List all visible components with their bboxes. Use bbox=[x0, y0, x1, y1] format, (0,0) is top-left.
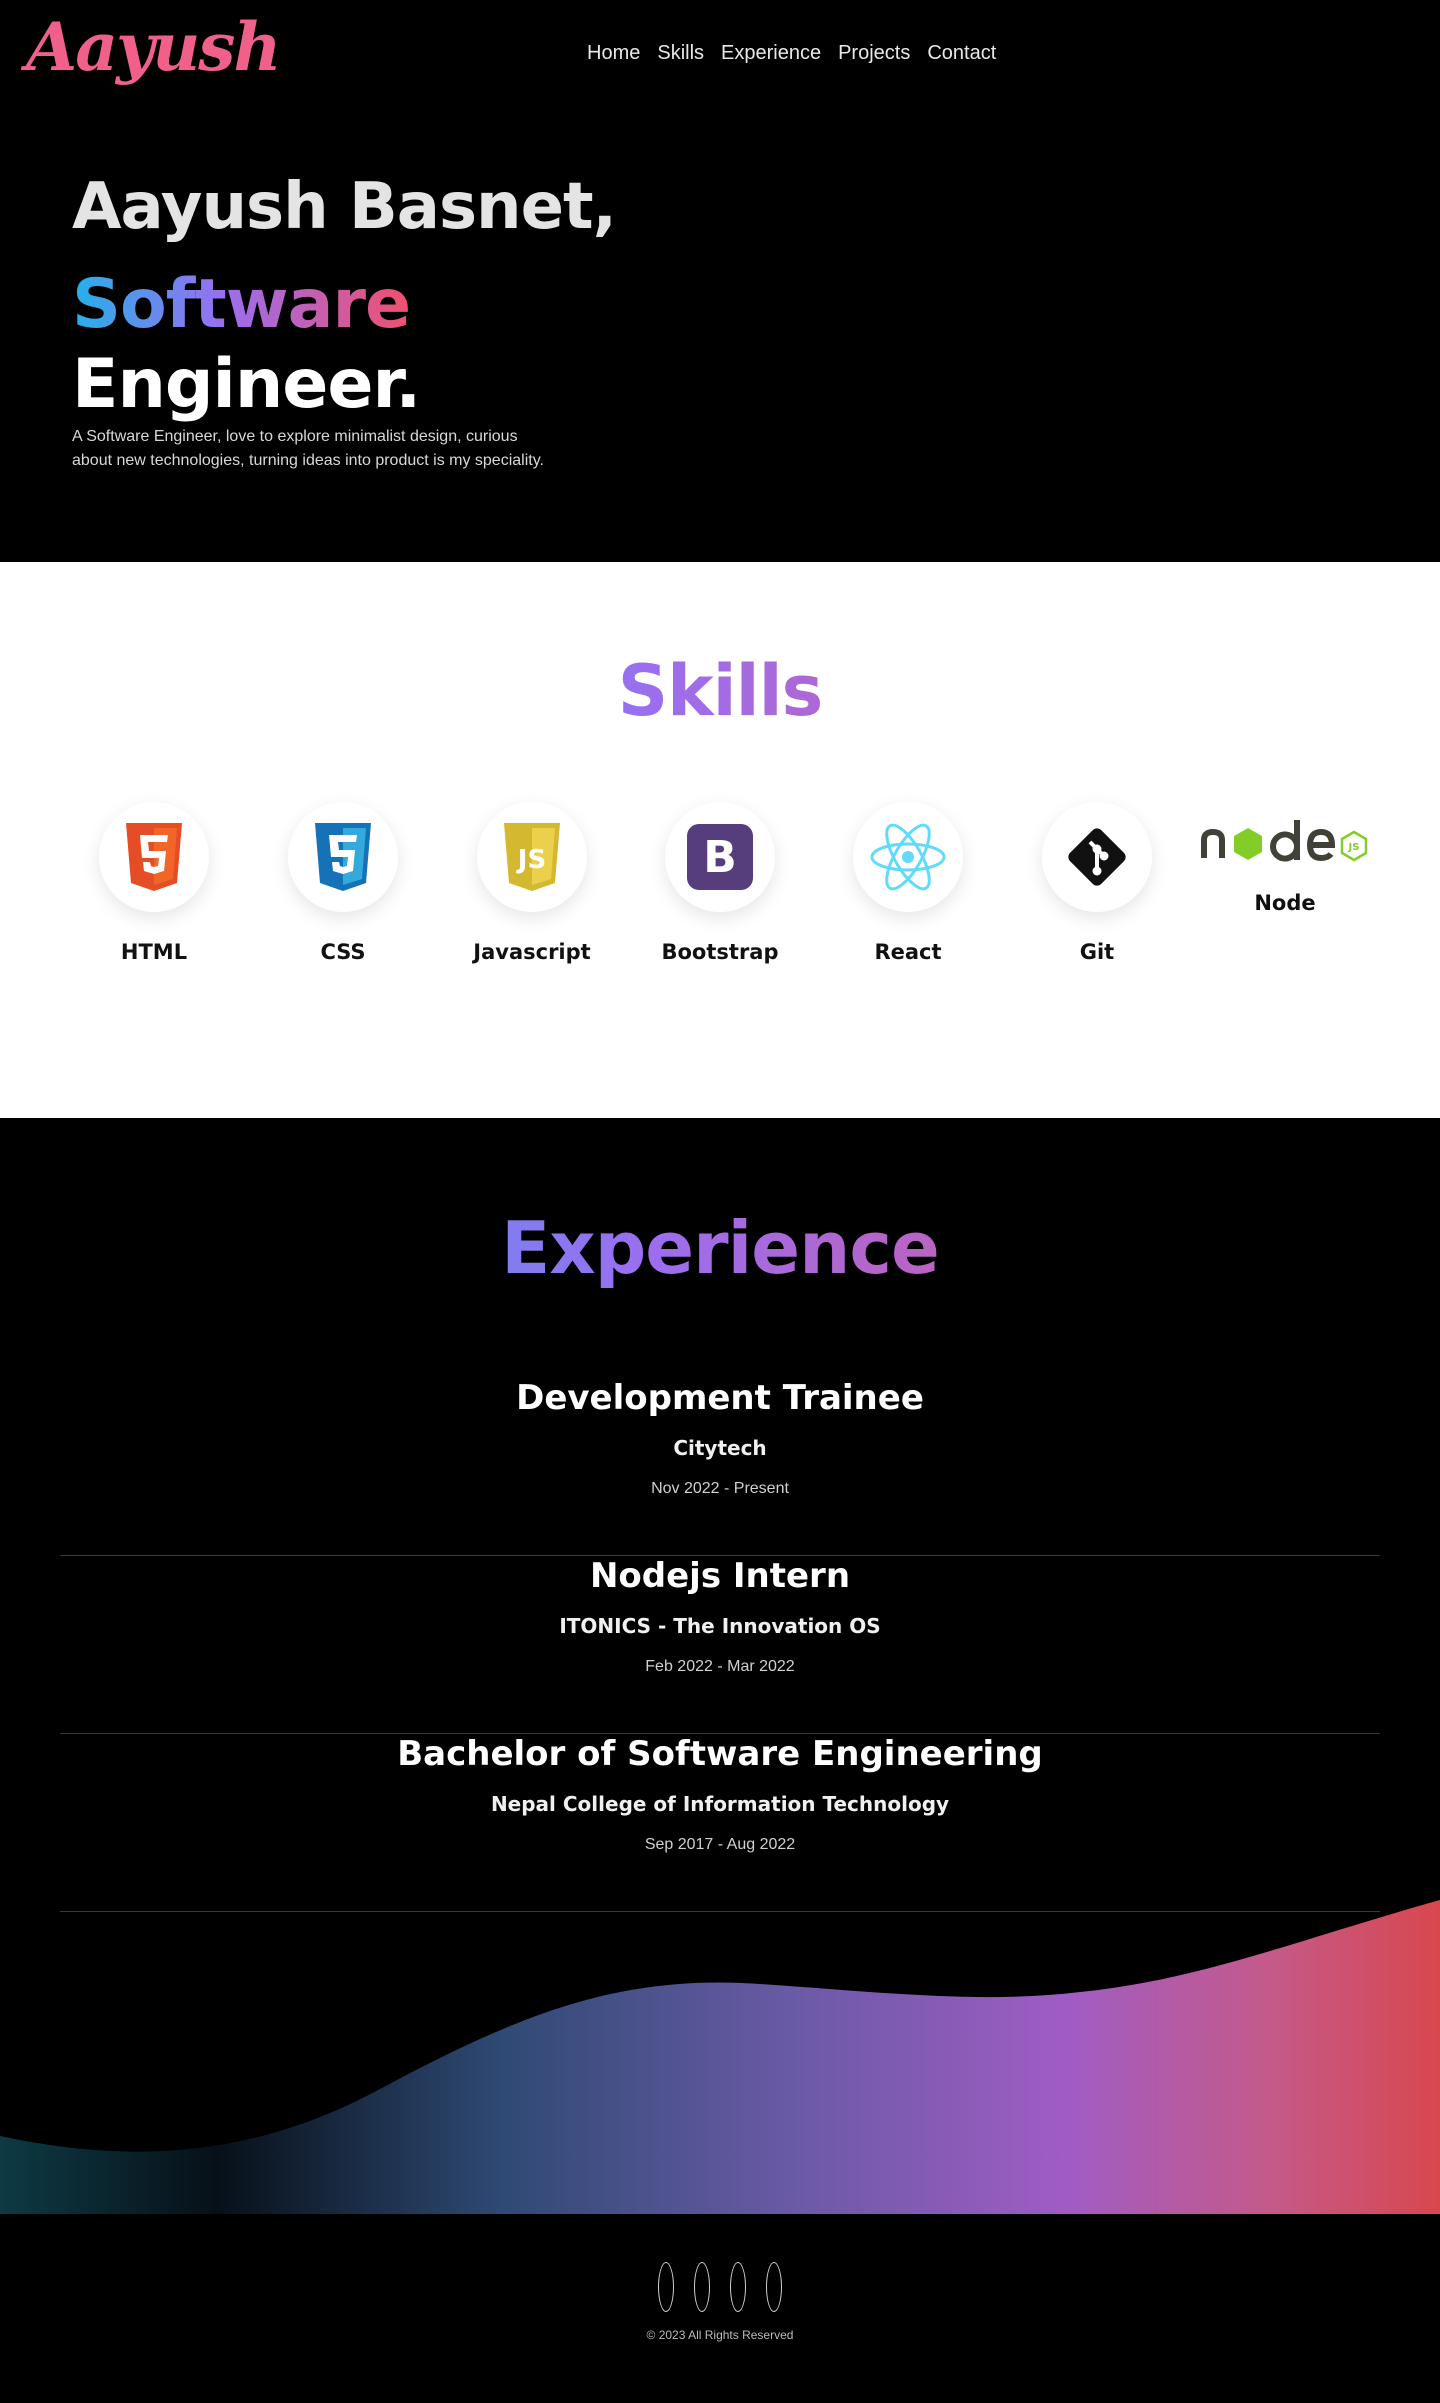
svg-text:JS: JS bbox=[516, 845, 546, 875]
social-link-icon[interactable] bbox=[694, 2262, 710, 2312]
social-link-icon[interactable] bbox=[766, 2262, 782, 2312]
experience-date: Nov 2022 - Present bbox=[651, 1480, 789, 1497]
navbar: Aayush Home Skills Experience Projects C… bbox=[0, 0, 1440, 110]
skill-label: HTML bbox=[120, 940, 188, 964]
experience-title: Experience bbox=[0, 1206, 1440, 1290]
skill-html: HTML bbox=[84, 802, 224, 964]
skill-label: Javascript bbox=[473, 940, 591, 964]
experience-item: Nodejs Intern ITONICS - The Innovation O… bbox=[60, 1556, 1380, 1734]
skill-javascript: JS Javascript bbox=[462, 802, 602, 964]
social-link-icon[interactable] bbox=[658, 2262, 674, 2312]
experience-section: Experience Development Trainee Citytech … bbox=[0, 1118, 1440, 2214]
node-icon: JS bbox=[1200, 802, 1370, 886]
experience-item: Bachelor of Software Engineering Nepal C… bbox=[60, 1734, 1380, 1912]
hero-section: Aayush Basnet, Software Engineer. A Soft… bbox=[0, 110, 1440, 562]
nav-link-contact[interactable]: Contact bbox=[927, 42, 996, 65]
nav-link-home[interactable]: Home bbox=[587, 42, 640, 65]
skill-bootstrap: B Bootstrap bbox=[650, 802, 790, 964]
svg-text:B: B bbox=[703, 832, 737, 883]
skill-git: Git bbox=[1027, 802, 1167, 964]
skills-section: Skills HTML CSS JS Javascript B Bootstra… bbox=[0, 562, 1440, 1118]
svg-text:JS: JS bbox=[1348, 842, 1360, 853]
hero-name: Aayush Basnet, bbox=[72, 170, 617, 244]
skill-react: React bbox=[838, 802, 978, 964]
experience-item: Development Trainee Citytech Nov 2022 - … bbox=[60, 1378, 1380, 1556]
skill-label: CSS bbox=[320, 940, 366, 964]
experience-org: Citytech bbox=[673, 1436, 767, 1460]
social-link-icon[interactable] bbox=[730, 2262, 746, 2312]
social-links bbox=[658, 2262, 782, 2312]
hero-role-highlight: Software bbox=[72, 265, 411, 344]
experience-date: Feb 2022 - Mar 2022 bbox=[645, 1658, 795, 1675]
skill-node: JS Node bbox=[1200, 802, 1370, 915]
experience-role: Nodejs Intern bbox=[589, 1556, 851, 1596]
skill-css: CSS bbox=[273, 802, 413, 964]
css3-icon bbox=[288, 802, 398, 912]
skills-title: Skills bbox=[0, 650, 1440, 732]
logo[interactable]: Aayush bbox=[26, 8, 281, 86]
nav-link-projects[interactable]: Projects bbox=[838, 42, 910, 65]
nav-link-experience[interactable]: Experience bbox=[721, 42, 821, 65]
skill-label: React bbox=[874, 940, 942, 964]
skill-label: Git bbox=[1079, 940, 1115, 964]
hero-description: A Software Engineer, love to explore min… bbox=[72, 428, 544, 469]
hero-role: Software Engineer. bbox=[72, 265, 421, 425]
git-icon bbox=[1042, 802, 1152, 912]
experience-date: Sep 2017 - Aug 2022 bbox=[644, 1836, 796, 1853]
react-icon bbox=[853, 802, 963, 912]
experience-org: Nepal College of Information Technology bbox=[490, 1792, 950, 1816]
footer: © 2023 All Rights Reserved bbox=[0, 2214, 1440, 2403]
nav-links: Home Skills Experience Projects Contact bbox=[587, 42, 996, 65]
nav-link-skills[interactable]: Skills bbox=[657, 42, 704, 65]
copyright: © 2023 All Rights Reserved bbox=[646, 2328, 794, 2342]
skill-label: Bootstrap bbox=[661, 940, 779, 964]
js-icon: JS bbox=[477, 802, 587, 912]
html5-icon bbox=[99, 802, 209, 912]
experience-role: Development Trainee bbox=[516, 1378, 924, 1418]
bootstrap-icon: B bbox=[665, 802, 775, 912]
experience-org: ITONICS - The Innovation OS bbox=[559, 1614, 881, 1638]
skill-label: Node bbox=[1254, 891, 1316, 915]
hero-role-rest: Engineer. bbox=[72, 345, 421, 424]
experience-role: Bachelor of Software Engineering bbox=[397, 1734, 1043, 1774]
gradient-wave bbox=[0, 1900, 1440, 2214]
